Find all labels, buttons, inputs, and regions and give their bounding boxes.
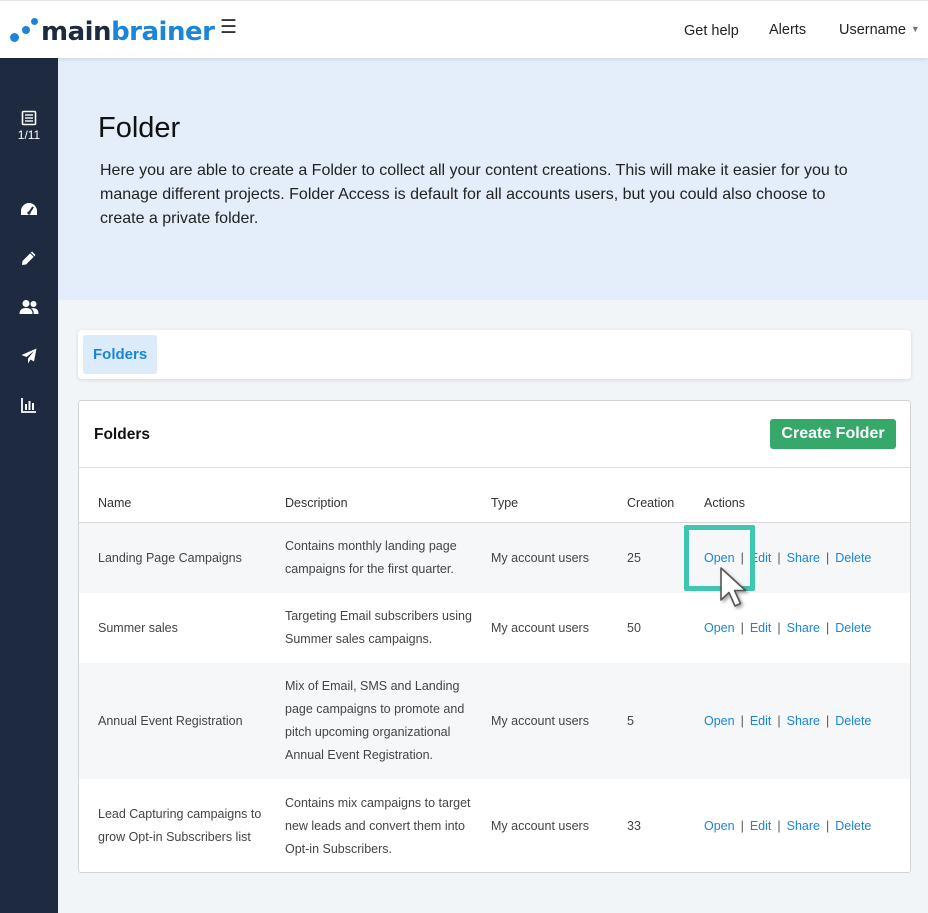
dashboard-icon [21,203,37,215]
open-link[interactable]: Open [704,815,735,838]
column-header-actions: Actions [704,496,745,510]
mainbrainer-logo[interactable]: mainbrainer [9,15,215,49]
sidebar-item-editor[interactable] [0,250,58,266]
sidebar-item-reports[interactable] [0,397,58,413]
card-header: Folders Create Folder [79,401,910,468]
sidebar-item-users[interactable] [0,299,58,315]
hamburger-icon[interactable]: ☰ [220,18,237,38]
share-link[interactable]: Share [787,815,820,838]
column-header-type[interactable]: Type [491,496,518,510]
folder-name: Annual Event Registration [98,713,243,728]
page-description: Here you are able to create a Folder to … [100,162,848,227]
share-link[interactable]: Share [787,547,820,570]
folder-name: Landing Page Campaigns [98,550,242,565]
pencil-icon [22,251,36,265]
column-header-creation[interactable]: Creation [627,496,674,510]
sidebar-item-progress[interactable]: 1/11 [0,110,58,142]
table-row: Lead Capturing campaigns to grow Opt-in … [79,779,910,872]
folders-card: Folders Create Folder Name Description T… [78,400,911,873]
user-menu[interactable]: Username ▼ [839,22,920,38]
action-separator: | [826,818,830,833]
table-row: Landing Page Campaigns Contains monthly … [79,523,910,593]
sidebar-item-dashboard[interactable] [0,201,58,217]
logo-text: mainbrainer [41,17,215,47]
share-link[interactable]: Share [787,710,820,733]
sidebar-item-campaigns[interactable] [0,348,58,364]
action-separator: | [740,620,744,635]
row-actions: Open | Edit | Share | Delete [704,779,904,872]
edit-link[interactable]: Edit [750,617,772,640]
action-separator: | [826,620,830,635]
progress-count: 1/11 [17,128,41,142]
edit-link[interactable]: Edit [750,815,772,838]
tab-folders[interactable]: Folders [83,335,158,374]
action-separator: | [826,550,830,565]
mouse-pointer-icon [720,567,747,607]
folder-creation: 50 [627,620,641,635]
row-actions: Open | Edit | Share | Delete [704,663,904,779]
folder-description: Targeting Email subscribers using Summer… [285,609,472,646]
table-row: Annual Event Registration Mix of Email, … [79,663,910,779]
action-separator: | [777,713,781,728]
sidebar: 1/11 [0,58,58,913]
open-link[interactable]: Open [704,617,735,640]
tabs-bar: Folders [78,330,911,379]
paper-plane-icon [21,348,37,364]
delete-link[interactable]: Delete [835,617,871,640]
action-separator: | [777,550,781,565]
delete-link[interactable]: Delete [835,710,871,733]
action-separator: | [740,818,744,833]
folder-description: Mix of Email, SMS and Landing page campa… [285,679,465,762]
folder-creation: 5 [627,713,634,728]
top-bar: mainbrainer ☰ Get help Alerts Username ▼ [0,0,928,58]
folder-name: Summer sales [98,620,178,635]
folder-creation: 25 [627,550,641,565]
folder-type: My account users [491,818,589,833]
logo-dots-icon [9,17,39,47]
column-header-name[interactable]: Name [98,496,131,510]
get-help-link[interactable]: Get help [684,23,739,39]
folder-description: Contains mix campaigns to target new lea… [285,795,471,856]
edit-link[interactable]: Edit [750,710,772,733]
users-icon [19,300,39,314]
open-link[interactable]: Open [704,710,735,733]
table-row: Summer sales Targeting Email subscribers… [79,593,910,663]
list-icon [21,110,37,126]
column-header-description[interactable]: Description [285,496,348,510]
username-label: Username [839,22,906,38]
folder-type: My account users [491,550,589,565]
alerts-link[interactable]: Alerts [769,22,806,38]
bar-chart-icon [21,398,36,413]
create-folder-button[interactable]: Create Folder [770,419,896,449]
delete-link[interactable]: Delete [835,815,871,838]
folder-type: My account users [491,620,589,635]
folder-name: Lead Capturing campaigns to grow Opt-in … [98,807,262,844]
table-header: Name Description Type Creation Actions [79,468,910,523]
share-link[interactable]: Share [787,617,820,640]
folder-type: My account users [491,713,589,728]
action-separator: | [777,818,781,833]
caret-down-icon: ▼ [910,24,920,34]
action-separator: | [740,713,744,728]
page-title: Folder [98,112,181,144]
delete-link[interactable]: Delete [835,547,871,570]
folder-creation: 33 [627,818,641,833]
action-separator: | [826,713,830,728]
card-title: Folders [94,426,150,443]
action-separator: | [777,620,781,635]
page-hero: Folder Here you are able to create a Fol… [58,58,928,300]
folder-description: Contains monthly landing page campaigns … [285,539,457,576]
